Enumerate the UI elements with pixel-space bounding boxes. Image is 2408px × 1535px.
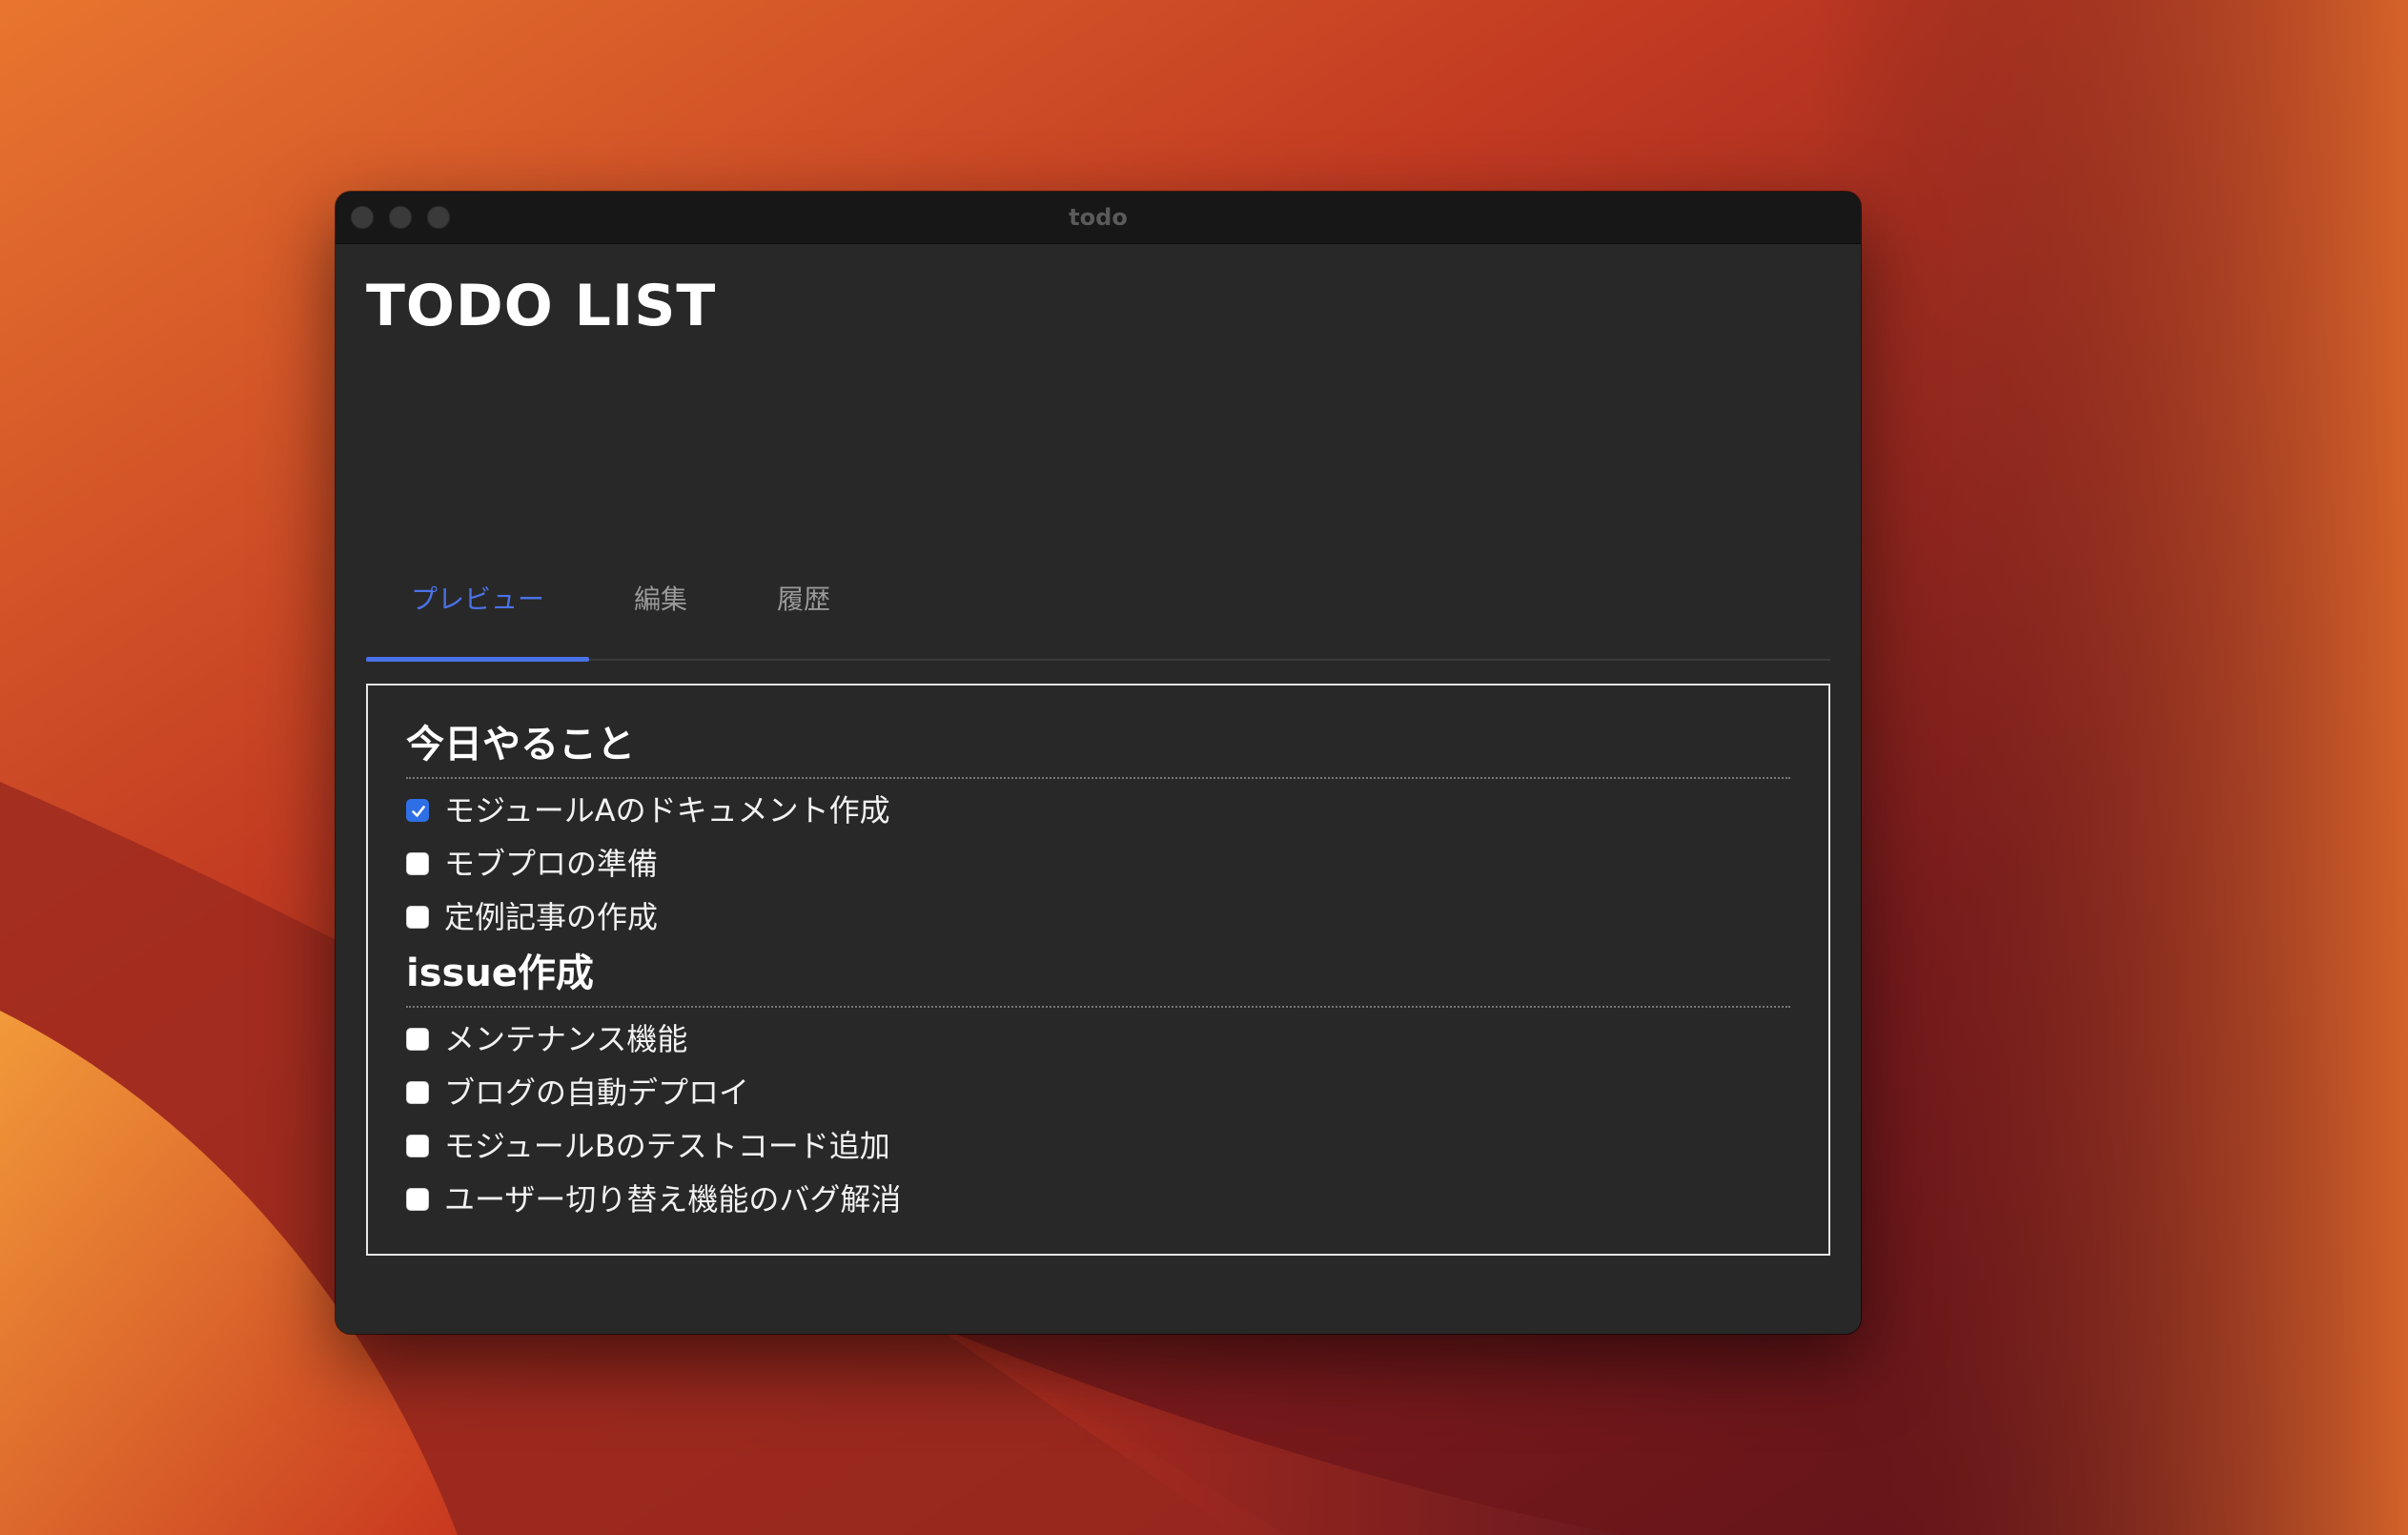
todo-label: 定例記事の作成 (444, 899, 659, 935)
section-heading: issue作成 (406, 943, 1790, 1008)
todo-item: メンテナンス機能 (406, 1013, 1550, 1065)
todo-item: モジュールAのドキュメント作成 (406, 785, 1550, 836)
checkmark-icon (412, 806, 425, 817)
active-tab-indicator (366, 657, 589, 662)
todo-label: モジュールBのテストコード追加 (444, 1128, 890, 1164)
todo-checkbox[interactable] (406, 906, 429, 929)
todo-item: モジュールBのテストコード追加 (406, 1120, 1550, 1172)
window-title: todo (1069, 204, 1128, 231)
todo-label: モブプロの準備 (444, 846, 659, 882)
tab-edit[interactable]: 編集 (589, 542, 732, 657)
todo-checkbox[interactable] (406, 1188, 429, 1211)
todo-label: ユーザー切り替え機能のバグ解消 (444, 1181, 902, 1218)
todo-checkbox[interactable] (406, 852, 429, 875)
page-title: TODO LIST (366, 273, 717, 339)
todo-label: モジュールAのドキュメント作成 (444, 792, 890, 829)
todo-label: ブログの自動デプロイ (444, 1074, 750, 1111)
todo-checkbox[interactable] (406, 1028, 429, 1051)
todo-item: 定例記事の作成 (406, 891, 1550, 943)
title-bar[interactable]: todo (336, 192, 1861, 244)
todo-item: モブプロの準備 (406, 838, 1550, 890)
todo-checkbox[interactable] (406, 1135, 429, 1157)
todo-item: ユーザー切り替え機能のバグ解消 (406, 1174, 1550, 1225)
todo-item: ブログの自動デプロイ (406, 1067, 1550, 1118)
tab-bar: プレビュー 編集 履歴 (366, 542, 1830, 662)
app-window: todo TODO LIST プレビュー 編集 履歴 今日やること モジュールA… (336, 192, 1861, 1334)
section-heading: 今日やること (406, 714, 1790, 779)
todo-checkbox[interactable] (406, 799, 429, 822)
todo-checkbox[interactable] (406, 1081, 429, 1104)
tab-history[interactable]: 履歴 (732, 542, 875, 657)
tab-preview[interactable]: プレビュー (366, 542, 589, 657)
todo-label: メンテナンス機能 (444, 1021, 688, 1057)
markdown-preview-panel: 今日やること モジュールAのドキュメント作成 モブプロの準備 定例記事の作成 i… (366, 684, 1830, 1256)
